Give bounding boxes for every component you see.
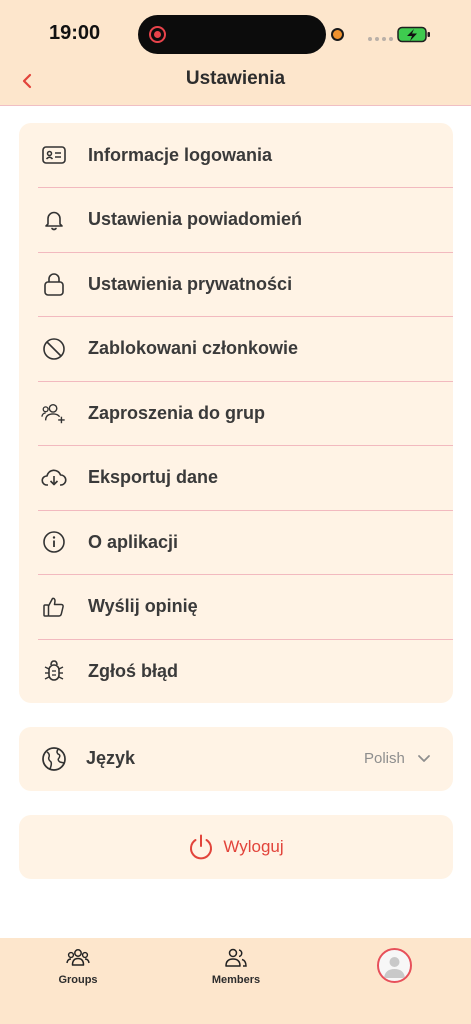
battery-charging-icon	[397, 26, 430, 43]
user-avatar-icon	[384, 957, 405, 978]
bug-icon	[41, 658, 67, 684]
profile-avatar[interactable]	[377, 948, 412, 983]
globe-icon	[41, 746, 67, 772]
groups-icon	[66, 949, 90, 966]
thumbs-up-icon	[41, 594, 67, 620]
tab-label: Groups	[58, 974, 98, 986]
menu-item-label: Ustawienia powiadomień	[88, 209, 303, 230]
menu-item-label: Eksportuj dane	[88, 467, 219, 488]
menu-item-label: Ustawienia prywatności	[88, 273, 293, 294]
page-title: Ustawienia	[185, 68, 286, 89]
menu-item-login-info[interactable]: Informacje logowania	[19, 123, 453, 188]
members-icon	[225, 948, 247, 967]
settings-screen: 19:00 Ustawienia Informacje logowania Us…	[0, 0, 471, 1024]
language-selector[interactable]: Język Polish	[19, 727, 453, 791]
menu-item-group-invites[interactable]: Zaproszenia do grup	[19, 381, 453, 446]
menu-item-notifications[interactable]: Ustawienia powiadomień	[19, 188, 453, 253]
menu-item-blocked-members[interactable]: Zablokowani członkowie	[19, 317, 453, 382]
dynamic-island	[138, 15, 326, 54]
lock-icon	[41, 271, 67, 297]
logout-button[interactable]: Wyloguj	[19, 815, 453, 879]
signal-icon	[368, 37, 393, 41]
info-icon	[41, 529, 67, 555]
user-plus-icon	[41, 400, 67, 426]
language-label: Język	[86, 748, 136, 768]
blocked-icon	[41, 336, 67, 362]
cloud-download-icon	[41, 465, 67, 491]
menu-item-feedback[interactable]: Wyślij opinię	[19, 575, 453, 640]
menu-item-label: Zgłoś błąd	[88, 660, 178, 681]
language-value: Polish	[364, 750, 405, 767]
settings-menu: Informacje logowania Ustawienia powiadom…	[19, 123, 453, 703]
id-card-icon	[41, 142, 67, 168]
menu-item-label: Wyślij opinię	[88, 596, 198, 617]
logout-label: Wyloguj	[223, 837, 284, 856]
tab-label: Members	[211, 974, 261, 986]
privacy-indicator-icon	[331, 28, 344, 41]
menu-item-export-data[interactable]: Eksportuj dane	[19, 446, 453, 511]
tab-members[interactable]: Members	[206, 938, 266, 998]
menu-item-label: Informacje logowania	[88, 144, 273, 165]
top-bar: 19:00 Ustawienia	[0, 0, 471, 106]
menu-item-label: O aplikacji	[88, 531, 179, 552]
menu-item-about[interactable]: O aplikacji	[19, 510, 453, 575]
logout-content: Wyloguj	[19, 815, 453, 879]
bottom-tab-bar: Groups Members	[0, 938, 471, 1024]
menu-item-report-bug[interactable]: Zgłoś błąd	[19, 639, 453, 704]
screen-recording-icon	[149, 26, 166, 43]
status-time: 19:00	[49, 22, 101, 44]
tab-groups[interactable]: Groups	[50, 938, 106, 998]
menu-item-label: Zaproszenia do grup	[88, 402, 266, 423]
menu-item-label: Zablokowani członkowie	[88, 338, 299, 359]
chevron-down-icon	[418, 755, 430, 762]
power-icon	[190, 834, 213, 860]
menu-item-privacy[interactable]: Ustawienia prywatności	[19, 252, 453, 317]
bell-icon	[41, 207, 67, 233]
